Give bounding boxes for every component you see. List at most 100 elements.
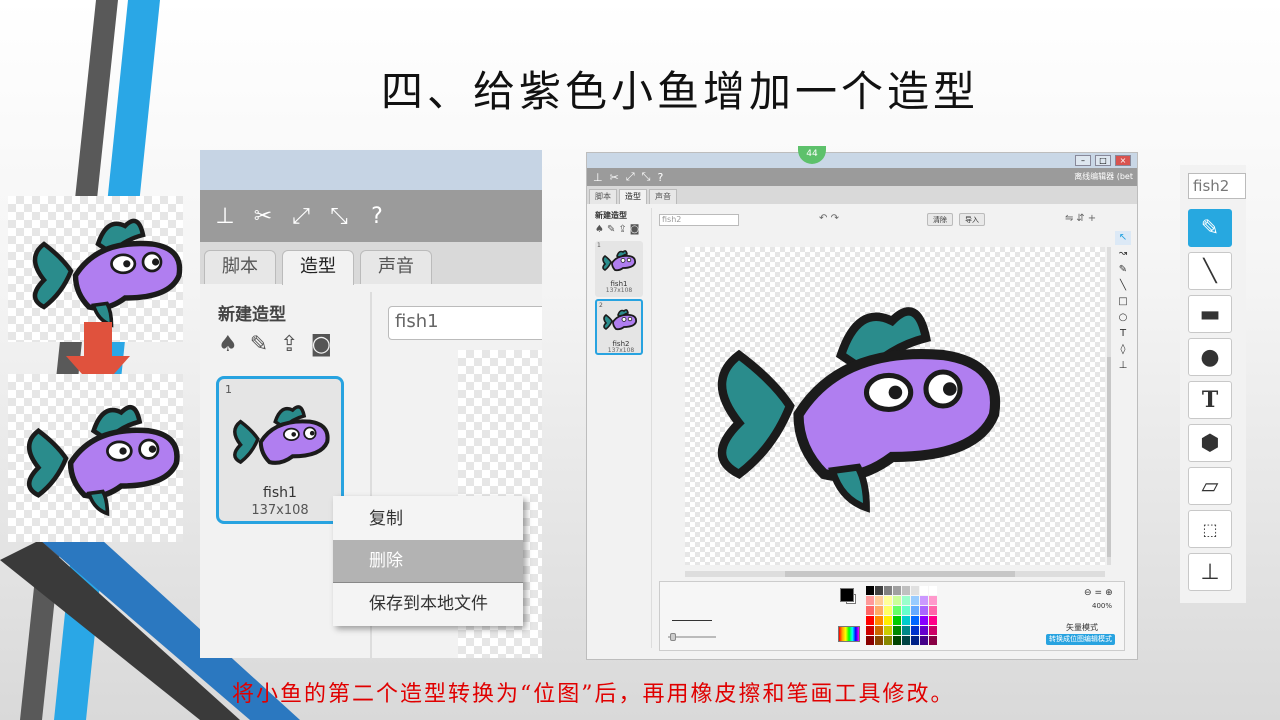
redo-icon[interactable]: ↷ — [831, 213, 839, 224]
set-center-icon[interactable]: + — [1088, 213, 1096, 224]
stamp-icon[interactable]: ⊥ — [1188, 553, 1232, 591]
tab-sounds[interactable]: 声音 — [649, 189, 677, 204]
editor-tabs: 脚本 造型 声音 — [587, 186, 1137, 204]
minimize-button[interactable]: – — [1075, 155, 1091, 166]
close-button[interactable]: × — [1115, 155, 1131, 166]
flip-horizontal-icon[interactable]: ⇋ — [1065, 213, 1073, 224]
costume-name: fish1 — [263, 485, 297, 501]
app-title: 离线编辑器 (bet — [1074, 172, 1133, 181]
help-icon[interactable]: ? — [657, 171, 663, 184]
paint-canvas[interactable] — [685, 247, 1105, 565]
text-icon[interactable]: T — [1188, 381, 1232, 419]
flip-vertical-icon[interactable]: ⇵ — [1076, 213, 1084, 224]
tab-costumes[interactable]: 造型 — [282, 250, 354, 285]
line-icon[interactable]: ╲ — [1188, 252, 1232, 290]
costume-size: 137x108 — [605, 287, 633, 294]
stamp-icon[interactable]: ⊥ — [212, 204, 238, 229]
color-picker-button[interactable] — [838, 626, 860, 642]
menu-item-save-local[interactable]: 保存到本地文件 — [333, 583, 523, 625]
costume-name-input[interactable]: fish1 — [388, 306, 542, 340]
tab-scripts[interactable]: 脚本 — [589, 189, 617, 204]
fish-modified-image — [8, 374, 183, 542]
costume-name-input[interactable]: fish2 — [1188, 173, 1246, 199]
new-costume-icons: ♠ ✎ ⇪ ◙ — [595, 224, 639, 235]
cut-icon[interactable]: ✂ — [250, 204, 276, 229]
rectangle-icon[interactable]: □ — [1115, 295, 1131, 309]
shrink-icon[interactable]: ⤡ — [642, 170, 651, 184]
brush-icon[interactable]: ✎ — [1188, 209, 1232, 247]
sprite-toolbar: ⊥ ✂ ⤢ ⤡ ? 离线编辑器 (bet — [587, 168, 1137, 186]
costume-thumb-image — [233, 405, 330, 465]
zoom-in-icon[interactable]: ⊕ — [1105, 588, 1113, 598]
reshape-icon[interactable]: ↝ — [1115, 247, 1131, 261]
tab-scripts[interactable]: 脚本 — [204, 250, 276, 284]
grow-icon[interactable]: ⤢ — [626, 170, 635, 184]
paint-brush-icon[interactable]: ✎ — [250, 332, 268, 357]
costume-thumbnail[interactable]: 1 fish1 137x108 — [216, 376, 344, 524]
costume-size: 137x108 — [607, 347, 635, 354]
menu-item-duplicate[interactable]: 复制 — [333, 498, 523, 540]
vector-tools: ↖ ↝ ✎ ╲ □ ○ T ◊ ⊥ — [1115, 231, 1131, 373]
clear-button[interactable]: 清除 — [927, 213, 953, 226]
ellipse-icon[interactable]: ● — [1188, 338, 1232, 376]
upload-icon[interactable]: ⇪ — [280, 332, 298, 357]
text-icon[interactable]: T — [1115, 327, 1131, 341]
zoom-level: 400% — [1092, 602, 1113, 610]
pencil-icon[interactable]: ✎ — [1115, 263, 1131, 277]
costume-number: 1 — [225, 383, 232, 396]
zoom-controls: ⊖ = ⊕ — [1084, 588, 1113, 598]
upload-icon[interactable]: ⇪ — [618, 224, 626, 235]
select-icon[interactable]: ↖ — [1115, 231, 1131, 245]
window-top-bar — [200, 150, 542, 190]
color-palette[interactable] — [866, 586, 937, 645]
tab-costumes[interactable]: 造型 — [619, 189, 647, 204]
window-title-bar: – □ × — [587, 153, 1137, 168]
editor-tabs: 脚本 造型 声音 — [200, 242, 542, 285]
convert-to-bitmap-button[interactable]: 转换成位图编辑模式 — [1046, 634, 1115, 645]
flip-icons: ⇋ ⇵ + — [1065, 213, 1096, 224]
new-costume-label: 新建造型 — [595, 211, 627, 220]
primary-color-swatch[interactable] — [840, 588, 854, 602]
costume-thumbnail-2[interactable]: 2 fish2 137x108 — [595, 299, 643, 355]
line-icon[interactable]: ╲ — [1115, 279, 1131, 293]
cut-icon[interactable]: ✂ — [610, 171, 619, 184]
sprite-library-icon[interactable]: ♠ — [595, 224, 604, 235]
zoom-out-icon[interactable]: ⊖ — [1084, 588, 1092, 598]
context-menu: 复制 删除 保存到本地文件 — [333, 496, 523, 626]
slide-title: 四、给紫色小鱼增加一个造型 — [380, 67, 979, 116]
ellipse-icon[interactable]: ○ — [1115, 311, 1131, 325]
new-costume-icons: ♠ ✎ ⇪ ◙ — [218, 332, 332, 357]
line-width-slider[interactable] — [668, 633, 716, 641]
fish2-drawing — [717, 307, 1001, 513]
stamp-icon[interactable]: ⊥ — [1115, 359, 1131, 373]
shrink-icon[interactable]: ⤡ — [326, 204, 352, 229]
costume-thumbnail-1[interactable]: 1 fish1 137x108 — [595, 241, 643, 297]
import-button[interactable]: 导入 — [959, 213, 985, 226]
new-costume-label: 新建造型 — [218, 305, 286, 325]
costume-size: 137x108 — [251, 503, 309, 518]
menu-item-delete[interactable]: 删除 — [333, 540, 523, 582]
help-icon[interactable]: ? — [364, 204, 390, 229]
fill-icon[interactable]: ◊ — [1115, 343, 1131, 357]
undo-icon[interactable]: ↶ — [819, 213, 827, 224]
costume-name-input[interactable]: fish2 — [659, 214, 739, 226]
fill-icon[interactable]: ⬢ — [1188, 424, 1232, 462]
vertical-scrollbar[interactable] — [1107, 247, 1111, 565]
tab-sounds[interactable]: 声音 — [360, 250, 432, 284]
paint-brush-icon[interactable]: ✎ — [607, 224, 615, 235]
stamp-icon[interactable]: ⊥ — [593, 171, 603, 184]
horizontal-scrollbar[interactable] — [685, 571, 1105, 577]
fish-original-image — [8, 196, 183, 342]
panel-divider — [651, 208, 652, 648]
grow-icon[interactable]: ⤢ — [288, 204, 314, 229]
costume-thumb-image — [603, 309, 638, 331]
sprite-toolbar: ⊥ ✂ ⤢ ⤡ ? — [200, 190, 542, 242]
camera-icon[interactable]: ◙ — [630, 224, 640, 235]
sprite-library-icon[interactable]: ♠ — [218, 332, 238, 357]
maximize-button[interactable]: □ — [1095, 155, 1111, 166]
camera-icon[interactable]: ◙ — [311, 332, 332, 357]
eraser-icon[interactable]: ▱ — [1188, 467, 1232, 505]
zoom-reset-icon[interactable]: = — [1095, 588, 1103, 598]
select-icon[interactable]: ⬚ — [1188, 510, 1232, 548]
rectangle-icon[interactable]: ▬ — [1188, 295, 1232, 333]
